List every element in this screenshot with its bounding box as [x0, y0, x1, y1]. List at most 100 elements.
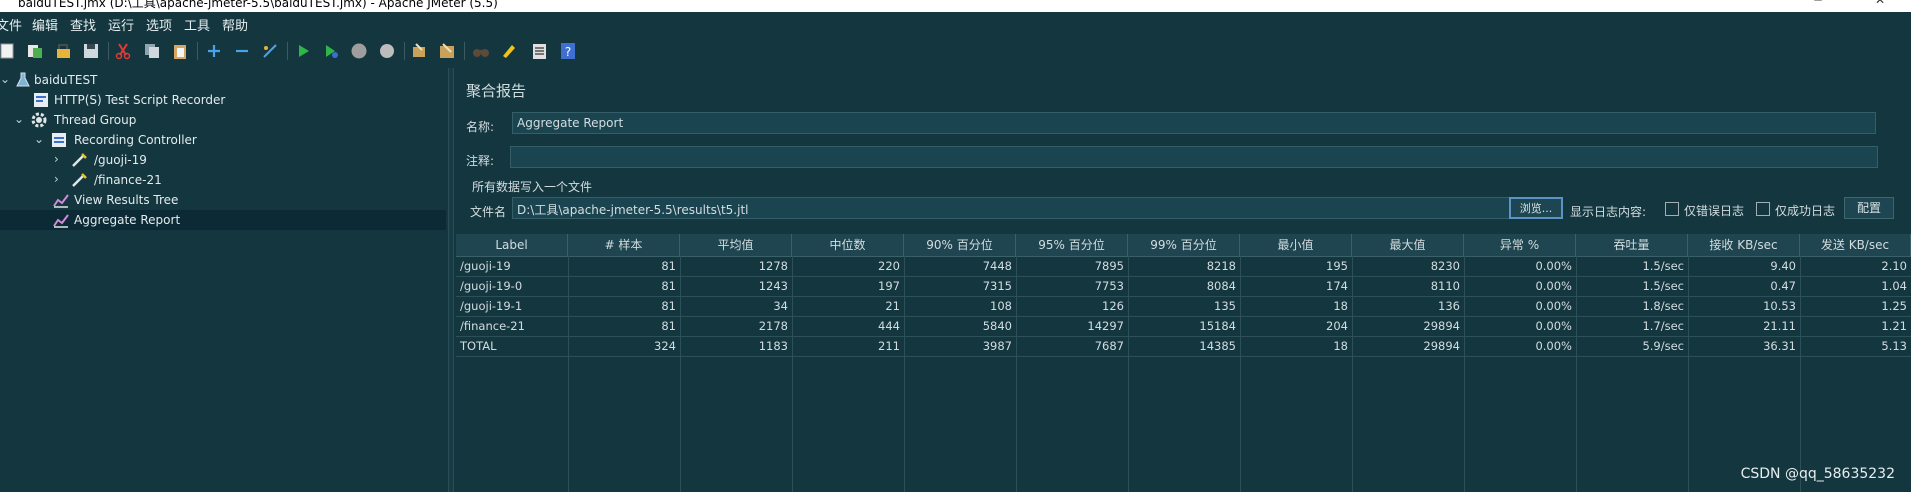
tree-node-baidutest[interactable]: ⌄ baiduTEST [0, 70, 446, 90]
menu-file[interactable]: 文件 [0, 15, 22, 34]
search-icon[interactable] [470, 40, 492, 62]
flask-icon [14, 71, 32, 89]
column-header-error[interactable]: 异常 % [1464, 234, 1576, 256]
recorder-icon [32, 91, 50, 109]
menu-tools[interactable]: 工具 [184, 15, 210, 34]
tree-node-thread-group[interactable]: ⌄ Thread Group [0, 110, 446, 130]
table-cell: 444 [878, 319, 900, 333]
menu-options[interactable]: 选项 [146, 15, 172, 34]
table-row[interactable]: /guoji-19 81 1278 220 7448 7895 8218 195 8230 0.0… [456, 256, 1911, 277]
toggle-icon[interactable] [259, 40, 281, 62]
filename-field[interactable]: D:\工具\apache-jmeter-5.5\results\t5.jtl [512, 197, 1554, 219]
table-cell-label: /guoji-19-0 [460, 279, 523, 293]
table-cell: 21 [885, 299, 900, 313]
table-cell: 1.7/sec [1642, 319, 1684, 333]
column-header-p99[interactable]: 99% 百分位 [1128, 234, 1240, 256]
column-header-p90[interactable]: 90% 百分位 [904, 234, 1016, 256]
help-icon[interactable]: ? [557, 40, 579, 62]
table-cell: 5.13 [1881, 339, 1907, 353]
chart-icon [52, 211, 70, 229]
tree-node-guoji-19[interactable]: › /guoji-19 [0, 150, 446, 170]
table-cell: 220 [878, 259, 900, 273]
toolbar-separator [404, 42, 405, 60]
test-plan-tree: ⌄ baiduTEST HTTP(S) Test Script Recorder… [0, 68, 446, 492]
column-header-p95[interactable]: 95% 百分位 [1016, 234, 1128, 256]
aggregate-table: Label # 样本 平均值 中位数 90% 百分位 95% 百分位 99% 百… [456, 234, 1911, 492]
table-row[interactable]: /finance-21 81 2178 444 5840 14297 15184 204 298… [456, 316, 1911, 337]
pane-splitter[interactable] [448, 68, 454, 492]
table-row[interactable]: /guoji-19-0 81 1243 197 7315 7753 8084 174 8110 0… [456, 276, 1911, 297]
tree-node-finance-21[interactable]: › /finance-21 [0, 170, 446, 190]
open-icon[interactable] [52, 40, 74, 62]
expand-toggle-icon[interactable]: ⌄ [14, 112, 26, 126]
table-row[interactable]: TOTAL 324 1183 211 3987 7687 14385 18 29894 0.00%… [456, 336, 1911, 357]
browse-button[interactable]: 浏览... [1509, 197, 1563, 219]
clear-all-icon[interactable] [436, 40, 458, 62]
tree-node-view-results-tree[interactable]: View Results Tree [0, 190, 446, 210]
collapsed-toggle-icon[interactable]: › [54, 172, 66, 186]
start-no-pauses-icon[interactable] [320, 40, 342, 62]
column-header-max[interactable]: 最大值 [1352, 234, 1464, 256]
copy-icon[interactable] [141, 40, 163, 62]
tree-node-label: Recording Controller [74, 133, 197, 147]
table-cell: 7753 [1094, 279, 1124, 293]
column-header-label[interactable]: Label [456, 234, 568, 256]
log-content-label: 显示日志内容: [1570, 205, 1647, 219]
expand-icon[interactable] [203, 40, 225, 62]
menu-edit[interactable]: 编辑 [32, 15, 58, 34]
table-cell: 0.00% [1535, 299, 1572, 313]
collapsed-toggle-icon[interactable]: › [54, 152, 66, 166]
reset-search-icon[interactable] [498, 40, 520, 62]
svg-text:?: ? [565, 45, 571, 59]
table-header-row: Label # 样本 平均值 中位数 90% 百分位 95% 百分位 99% 百… [456, 234, 1911, 257]
errors-only-checkbox[interactable] [1665, 202, 1679, 216]
column-header-average[interactable]: 平均值 [680, 234, 792, 256]
templates-icon[interactable] [24, 40, 46, 62]
column-header-throughput[interactable]: 吞吐量 [1576, 234, 1688, 256]
expand-toggle-icon[interactable]: ⌄ [34, 132, 46, 146]
clear-icon[interactable] [408, 40, 430, 62]
table-cell: 81 [661, 319, 676, 333]
table-cell: 126 [1102, 299, 1124, 313]
table-cell-label: TOTAL [460, 339, 497, 353]
column-header-received[interactable]: 接收 KB/sec [1688, 234, 1800, 256]
shutdown-icon[interactable] [376, 40, 398, 62]
table-cell: 81 [661, 299, 676, 313]
table-cell: 8230 [1430, 259, 1460, 273]
window-title: baiduTEST.jmx (D:\工具\apache-jmeter-5.5\b… [18, 0, 498, 10]
paste-icon[interactable] [169, 40, 191, 62]
toolbar-separator [464, 42, 465, 60]
tree-node-recorder[interactable]: HTTP(S) Test Script Recorder [0, 90, 446, 110]
column-header-median[interactable]: 中位数 [792, 234, 904, 256]
cut-icon[interactable] [112, 40, 134, 62]
menu-help[interactable]: 帮助 [222, 15, 248, 34]
table-cell: 8110 [1430, 279, 1460, 293]
errors-only-label: 仅错误日志 [1684, 204, 1745, 218]
column-header-sent[interactable]: 发送 KB/sec [1800, 234, 1911, 256]
expand-toggle-icon[interactable]: ⌄ [0, 72, 12, 86]
name-field[interactable]: Aggregate Report [512, 112, 1876, 134]
table-cell: 1.5/sec [1642, 279, 1684, 293]
tree-node-aggregate-report[interactable]: Aggregate Report [0, 210, 446, 230]
success-only-checkbox[interactable] [1756, 202, 1770, 216]
function-helper-icon[interactable] [528, 40, 550, 62]
start-icon[interactable] [292, 40, 314, 62]
save-icon[interactable] [80, 40, 102, 62]
table-row[interactable]: /guoji-19-1 81 34 21 108 126 135 18 136 0.00% 1.8/… [456, 296, 1911, 317]
stop-icon[interactable] [348, 40, 370, 62]
menu-search[interactable]: 查找 [70, 15, 96, 34]
minimize-button[interactable]: ─ [1808, 0, 1828, 7]
table-cell: 136 [1438, 299, 1460, 313]
collapse-icon[interactable] [231, 40, 253, 62]
table-cell: 7315 [982, 279, 1012, 293]
close-button[interactable]: ✕ [1870, 0, 1890, 7]
column-header-min[interactable]: 最小值 [1240, 234, 1352, 256]
menu-run[interactable]: 运行 [108, 15, 134, 34]
toolbar-separator [197, 42, 198, 60]
controller-icon [50, 131, 68, 149]
new-file-icon[interactable] [0, 40, 18, 62]
tree-node-recording-controller[interactable]: ⌄ Recording Controller [0, 130, 446, 150]
column-header-samples[interactable]: # 样本 [568, 234, 680, 256]
configure-button[interactable]: 配置 [1844, 197, 1894, 219]
comment-field[interactable] [510, 146, 1878, 168]
